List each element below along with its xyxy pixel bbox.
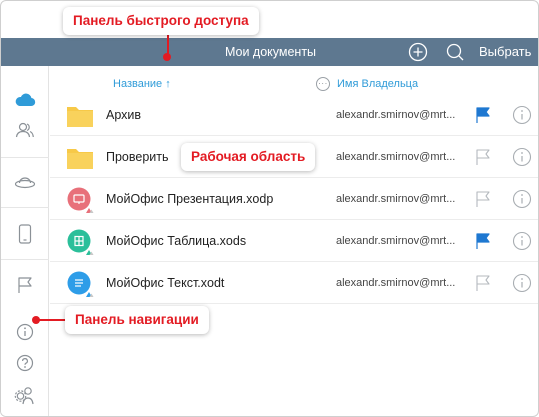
file-owner: alexandr.smirnov@mrt... <box>336 109 456 121</box>
navigation-panel <box>1 66 49 416</box>
app-window: Мои документы Выбрать Название ↑ ··· Имя… <box>0 0 539 417</box>
table-row[interactable]: МойОфис Таблица.xods alexandr.smirnov@mr… <box>50 220 538 262</box>
table-row[interactable]: Архив alexandr.smirnov@mrt... <box>50 94 538 136</box>
quick-access-marker <box>163 53 171 61</box>
callout-quick-access: Панель быстрого доступа <box>63 7 259 35</box>
cloud-icon[interactable] <box>1 88 49 112</box>
user-settings-icon[interactable] <box>1 383 49 407</box>
info-icon[interactable] <box>1 320 49 344</box>
column-menu-icon[interactable]: ··· <box>316 77 330 91</box>
callout-navigation: Панель навигации <box>65 306 209 334</box>
file-owner: alexandr.smirnov@mrt... <box>336 235 456 247</box>
flag-outline-icon[interactable] <box>474 274 492 292</box>
search-icon[interactable] <box>445 42 465 62</box>
info-icon[interactable] <box>512 231 532 251</box>
file-name: Проверить <box>106 150 169 164</box>
navigation-leader <box>37 319 65 321</box>
presentation-file-icon <box>67 187 94 213</box>
add-icon[interactable] <box>408 42 428 62</box>
info-icon[interactable] <box>512 105 532 125</box>
table-row[interactable]: МойОфис Текст.xodt alexandr.smirnov@mrt.… <box>50 262 538 304</box>
file-owner: alexandr.smirnov@mrt... <box>336 193 456 205</box>
flag-icon[interactable] <box>1 273 49 297</box>
info-icon[interactable] <box>512 189 532 209</box>
folder-icon <box>67 149 93 169</box>
column-header-name[interactable]: Название ↑ <box>113 78 171 90</box>
info-icon[interactable] <box>512 273 532 293</box>
spreadsheet-file-icon <box>67 229 94 255</box>
saucer-icon[interactable] <box>1 170 49 194</box>
tablet-icon[interactable] <box>1 222 49 246</box>
file-owner: alexandr.smirnov@mrt... <box>336 151 456 163</box>
folder-icon <box>67 107 93 127</box>
flag-outline-icon[interactable] <box>474 190 492 208</box>
file-name: МойОфис Таблица.xods <box>106 234 247 248</box>
users-icon[interactable] <box>1 118 49 142</box>
flag-outline-icon[interactable] <box>474 148 492 166</box>
help-icon[interactable] <box>1 351 49 375</box>
text-file-icon <box>67 271 94 297</box>
navigation-marker <box>32 316 40 324</box>
info-icon[interactable] <box>512 147 532 167</box>
column-header-owner[interactable]: Имя Владельца <box>337 78 418 90</box>
flag-filled-icon[interactable] <box>474 106 492 124</box>
callout-workspace: Рабочая область <box>181 143 316 171</box>
file-owner: alexandr.smirnov@mrt... <box>336 277 456 289</box>
table-row[interactable]: МойОфис Презентация.xodp alexandr.smirno… <box>50 178 538 220</box>
quick-access-panel: Мои документы Выбрать <box>1 38 538 66</box>
flag-filled-icon[interactable] <box>474 232 492 250</box>
file-name: МойОфис Презентация.xodp <box>106 192 274 206</box>
select-button[interactable]: Выбрать <box>479 38 531 66</box>
file-name: Архив <box>106 108 142 122</box>
file-name: МойОфис Текст.xodt <box>106 276 225 290</box>
